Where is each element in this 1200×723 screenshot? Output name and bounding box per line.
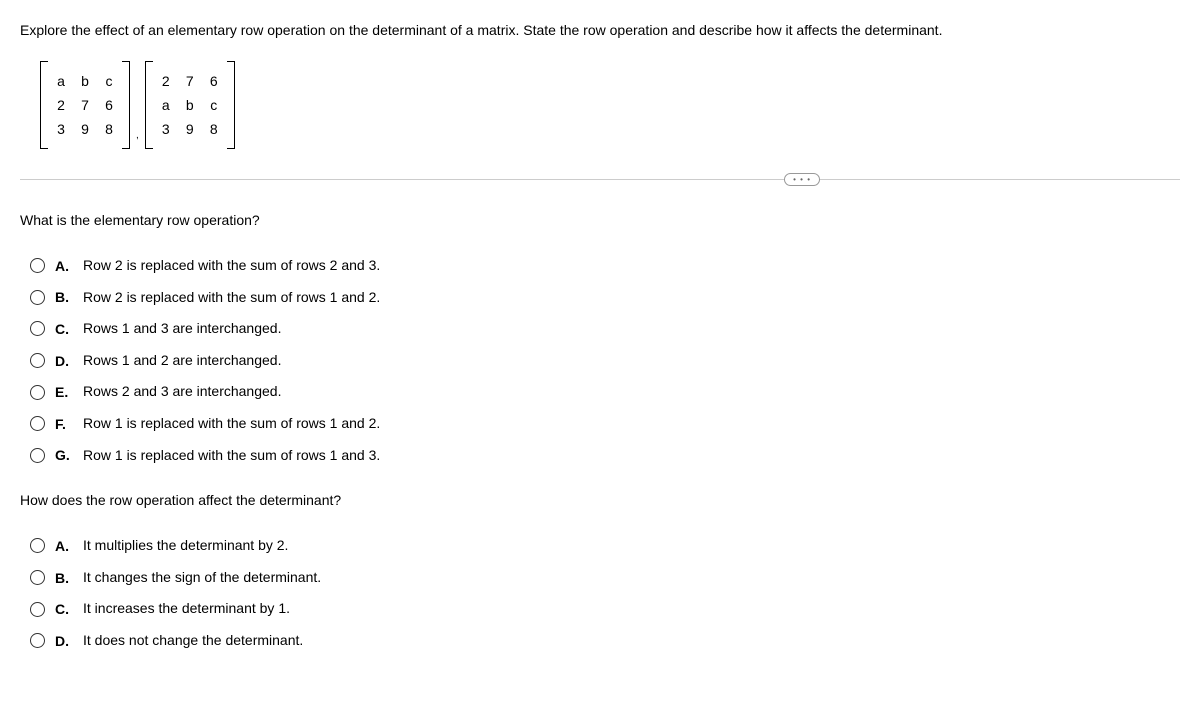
radio-icon [30, 353, 45, 368]
matrix-1-content: a b c 2 7 6 3 9 8 [48, 61, 122, 149]
option-text: It increases the determinant by 1. [83, 599, 290, 619]
option-letter: D. [55, 633, 73, 649]
option-a[interactable]: A. Row 2 is replaced with the sum of row… [30, 256, 1180, 276]
divider-line [20, 179, 1180, 180]
matrix-cell: 6 [207, 73, 221, 89]
bracket-right [227, 61, 235, 149]
bracket-left [145, 61, 153, 149]
option-c[interactable]: C. Rows 1 and 3 are interchanged. [30, 319, 1180, 339]
radio-icon [30, 321, 45, 336]
question-1-prompt: What is the elementary row operation? [20, 210, 1180, 231]
option-text: Row 2 is replaced with the sum of rows 2… [83, 256, 380, 276]
divider: • • • [20, 179, 1180, 180]
matrix-cell: 7 [78, 97, 92, 113]
matrix-2: 2 7 6 a b c 3 9 8 [145, 61, 235, 149]
option-e[interactable]: E. Rows 2 and 3 are interchanged. [30, 382, 1180, 402]
option-letter: A. [55, 258, 73, 274]
radio-icon [30, 416, 45, 431]
matrix-cell: 3 [54, 121, 68, 137]
option-b[interactable]: B. Row 2 is replaced with the sum of row… [30, 288, 1180, 308]
matrix-cell: 8 [102, 121, 116, 137]
matrix-cell: a [54, 73, 68, 89]
radio-icon [30, 385, 45, 400]
matrix-cell: 6 [102, 97, 116, 113]
option-letter: G. [55, 447, 73, 463]
option-letter: F. [55, 416, 73, 432]
matrix-cell: 9 [78, 121, 92, 137]
option-text: Row 1 is replaced with the sum of rows 1… [83, 414, 380, 434]
more-dots-button[interactable]: • • • [784, 173, 820, 186]
option-letter: E. [55, 384, 73, 400]
option-b[interactable]: B. It changes the sign of the determinan… [30, 568, 1180, 588]
matrix-cell: c [102, 73, 116, 89]
option-text: Rows 1 and 3 are interchanged. [83, 319, 281, 339]
radio-icon [30, 538, 45, 553]
option-a[interactable]: A. It multiplies the determinant by 2. [30, 536, 1180, 556]
matrix-cell: 3 [159, 121, 173, 137]
matrix-separator: , [136, 130, 139, 149]
question-1-options: A. Row 2 is replaced with the sum of row… [30, 256, 1180, 465]
question-2-options: A. It multiplies the determinant by 2. B… [30, 536, 1180, 650]
option-text: Rows 1 and 2 are interchanged. [83, 351, 281, 371]
option-d[interactable]: D. It does not change the determinant. [30, 631, 1180, 651]
matrix-cell: 9 [183, 121, 197, 137]
option-text: It multiplies the determinant by 2. [83, 536, 288, 556]
matrix-cell: c [207, 97, 221, 113]
bracket-right [122, 61, 130, 149]
radio-icon [30, 602, 45, 617]
radio-icon [30, 448, 45, 463]
option-text: Rows 2 and 3 are interchanged. [83, 382, 281, 402]
matrix-cell: 2 [159, 73, 173, 89]
radio-icon [30, 290, 45, 305]
bracket-left [40, 61, 48, 149]
matrix-cell: a [159, 97, 173, 113]
option-text: It changes the sign of the determinant. [83, 568, 321, 588]
option-letter: C. [55, 321, 73, 337]
question-2-prompt: How does the row operation affect the de… [20, 490, 1180, 511]
intro-text: Explore the effect of an elementary row … [20, 20, 1180, 41]
radio-icon [30, 258, 45, 273]
matrix-1: a b c 2 7 6 3 9 8 [40, 61, 130, 149]
option-letter: C. [55, 601, 73, 617]
matrix-cell: 7 [183, 73, 197, 89]
matrix-cell: 2 [54, 97, 68, 113]
option-text: Row 1 is replaced with the sum of rows 1… [83, 446, 380, 466]
option-letter: D. [55, 353, 73, 369]
option-f[interactable]: F. Row 1 is replaced with the sum of row… [30, 414, 1180, 434]
option-letter: B. [55, 570, 73, 586]
option-d[interactable]: D. Rows 1 and 2 are interchanged. [30, 351, 1180, 371]
radio-icon [30, 633, 45, 648]
option-letter: B. [55, 289, 73, 305]
radio-icon [30, 570, 45, 585]
option-c[interactable]: C. It increases the determinant by 1. [30, 599, 1180, 619]
matrix-cell: 8 [207, 121, 221, 137]
option-g[interactable]: G. Row 1 is replaced with the sum of row… [30, 446, 1180, 466]
option-text: Row 2 is replaced with the sum of rows 1… [83, 288, 380, 308]
matrices: a b c 2 7 6 3 9 8 , 2 7 6 [40, 61, 1180, 149]
matrix-cell: b [78, 73, 92, 89]
option-letter: A. [55, 538, 73, 554]
option-text: It does not change the determinant. [83, 631, 303, 651]
matrix-cell: b [183, 97, 197, 113]
matrix-2-content: 2 7 6 a b c 3 9 8 [153, 61, 227, 149]
